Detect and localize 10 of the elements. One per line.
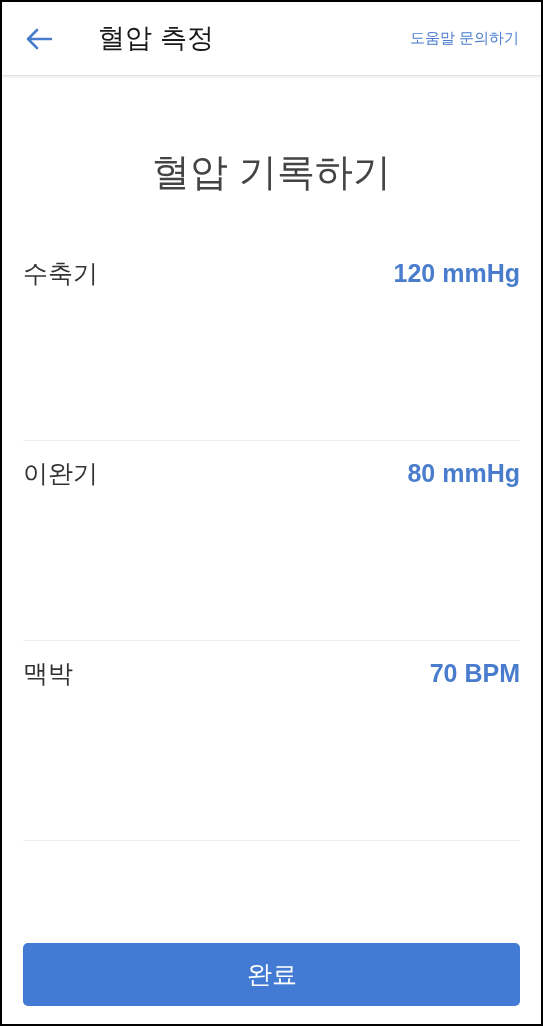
page-title: 혈압 측정 (98, 22, 214, 56)
measurement-value: 120 mmHg (393, 258, 520, 289)
done-button[interactable]: 완료 (23, 943, 520, 1006)
measurement-value: 70 BPM (429, 658, 520, 689)
measurement-label: 수축기 (23, 258, 98, 289)
form-heading: 혈압 기록하기 (151, 150, 392, 195)
measurement-label: 이완기 (23, 458, 98, 489)
measurement-value: 80 mmHg (407, 458, 520, 489)
measurement-label: 맥박 (23, 658, 73, 689)
help-link[interactable]: 도움말 문의하기 (409, 27, 519, 50)
